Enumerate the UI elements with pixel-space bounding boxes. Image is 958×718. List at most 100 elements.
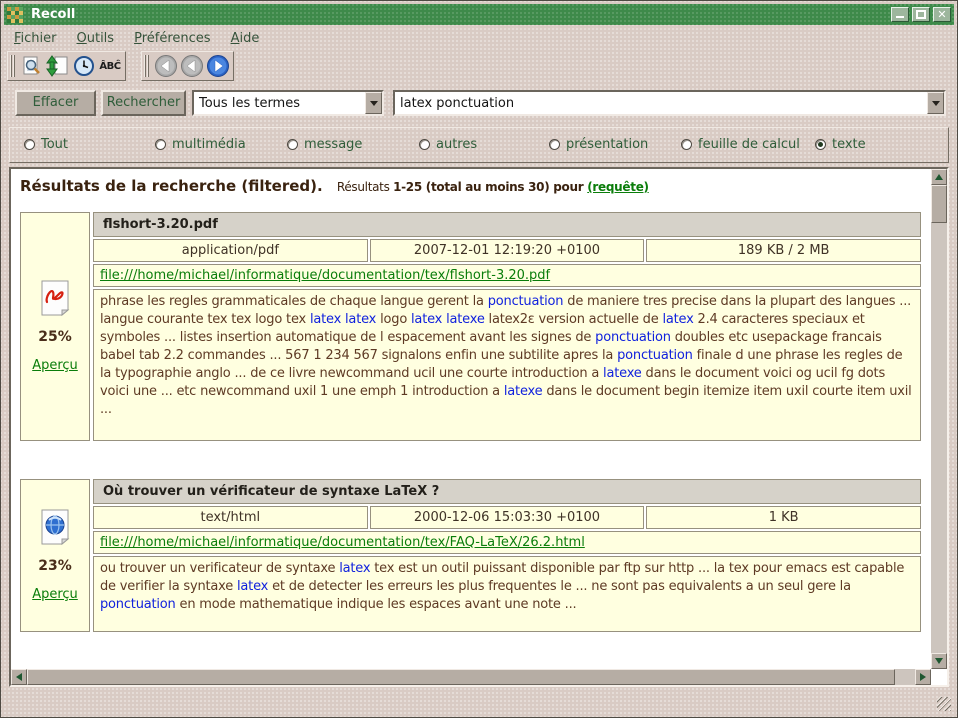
toolbar-main-group: ÂBĈ <box>7 51 126 81</box>
snippet-highlight: latex <box>237 579 268 594</box>
menu-aide[interactable]: Aide <box>231 31 260 46</box>
html-file-icon <box>39 509 71 545</box>
preview-link[interactable]: Aperçu <box>32 587 78 602</box>
term-explorer-icon: ÂBĈ <box>99 61 120 72</box>
result-title: flshort-3.20.pdf <box>93 212 921 237</box>
arrow-down-icon <box>935 658 943 664</box>
result-mime: text/html <box>93 506 368 529</box>
result-side-cell: 25% Aperçu <box>20 212 90 441</box>
recoll-app-icon <box>7 7 23 23</box>
doc-history-icon <box>72 54 96 78</box>
result-table: Où trouver un vérificateur de syntaxe La… <box>93 479 921 632</box>
scroll-left-button[interactable] <box>11 669 27 685</box>
first-page-button[interactable] <box>153 53 179 79</box>
clear-button[interactable]: Effacer <box>15 90 96 116</box>
menu-preferences[interactable]: Préférences <box>134 31 210 46</box>
radio-message[interactable]: message <box>287 137 362 152</box>
snippet-segment: ou trouver un verificateur de syntaxe <box>100 561 339 576</box>
snippet-highlight: latexe <box>603 366 642 381</box>
close-button[interactable]: ✕ <box>933 7 951 22</box>
search-query-input[interactable]: latex ponctuation <box>393 90 946 116</box>
resize-grip[interactable] <box>937 697 951 711</box>
scroll-down-button[interactable] <box>931 653 947 669</box>
results-list: Résultats de la recherche (filtered). Ré… <box>11 169 931 669</box>
previous-page-button[interactable] <box>179 53 205 79</box>
result-snippet: phrase les regles grammaticales de chaqu… <box>93 289 921 441</box>
minimize-icon <box>896 16 904 18</box>
snippet-highlight: ponctuation <box>488 294 564 309</box>
window-title: Recoll <box>31 7 75 22</box>
result-date: 2000-12-06 15:03:30 +0100 <box>370 506 645 529</box>
result-size: 1 KB <box>646 506 921 529</box>
vertical-scrollbar[interactable] <box>931 169 947 669</box>
result-url-link[interactable]: file:///home/michael/informatique/docume… <box>100 268 550 283</box>
arrow-up-icon <box>935 174 943 180</box>
result-url-link[interactable]: file:///home/michael/informatique/docume… <box>100 535 585 550</box>
toolbar-nav-group <box>141 51 234 81</box>
query-link[interactable]: (requête) <box>587 180 648 194</box>
status-bar <box>5 687 953 713</box>
result-mime: application/pdf <box>93 239 368 262</box>
result-title: Où trouver un vérificateur de syntaxe La… <box>93 479 921 504</box>
result-side-cell: 23% Aperçu <box>20 479 90 632</box>
results-frame: Résultats de la recherche (filtered). Ré… <box>9 167 949 687</box>
arrow-right-icon <box>920 673 926 681</box>
radio-texte[interactable]: texte <box>815 137 866 152</box>
radio-autres[interactable]: autres <box>419 137 477 152</box>
radio-icon <box>549 139 560 150</box>
radio-multimedia[interactable]: multimédia <box>155 137 246 152</box>
result-url-row: file:///home/michael/informatique/docume… <box>93 531 921 554</box>
arrow-left-icon <box>16 673 22 681</box>
doc-history-button[interactable] <box>71 53 97 79</box>
menu-outils[interactable]: Outils <box>77 31 115 46</box>
snippet-highlight: latex latexe <box>411 312 485 327</box>
snippet-segment: latex2ε version actuelle de <box>485 312 663 327</box>
search-mode-select[interactable]: Tous les termes <box>192 90 384 116</box>
result-meta-row: application/pdf 2007-12-01 12:19:20 +010… <box>93 239 921 262</box>
radio-icon <box>287 139 298 150</box>
result-size: 189 KB / 2 MB <box>646 239 921 262</box>
results-header: Résultats de la recherche (filtered). Ré… <box>20 177 931 195</box>
radio-selected-icon <box>815 139 826 150</box>
menu-fichier[interactable]: Fichier <box>14 31 57 46</box>
toolbar-handle[interactable] <box>10 55 15 77</box>
clear-search-icon <box>20 54 44 78</box>
snippet-highlight: latex <box>662 312 693 327</box>
next-page-button[interactable] <box>205 53 231 79</box>
maximize-icon <box>916 10 926 19</box>
results-title: Résultats de la recherche (filtered). <box>20 177 323 195</box>
radio-icon <box>419 139 430 150</box>
relevance-percent: 25% <box>38 329 72 345</box>
category-filter-bar: Tout multimédia message autres présentat… <box>9 127 949 163</box>
search-mode-value: Tous les termes <box>194 96 365 111</box>
snippet-highlight: latex <box>339 561 370 576</box>
recoll-window: { "window": { "title": "Recoll", "contro… <box>0 0 958 718</box>
snippet-highlight: latex latex <box>310 312 376 327</box>
search-mode-dropdown-button[interactable] <box>365 92 382 114</box>
preview-link[interactable]: Aperçu <box>32 358 78 373</box>
minimize-button[interactable] <box>891 7 909 22</box>
snippet-segment: logo <box>376 312 411 327</box>
radio-icon <box>155 139 166 150</box>
term-explorer-button[interactable]: ÂBĈ <box>97 53 123 79</box>
chevron-down-icon <box>932 101 940 106</box>
snippet-segment: en mode mathematique indique les espaces… <box>176 597 577 612</box>
vertical-scroll-thumb[interactable] <box>931 185 947 223</box>
radio-icon <box>681 139 692 150</box>
radio-feuille-de-calcul[interactable]: feuille de calcul <box>681 137 800 152</box>
radio-presentation[interactable]: présentation <box>549 137 648 152</box>
update-index-button[interactable] <box>45 53 71 79</box>
scroll-up-button[interactable] <box>931 169 947 185</box>
scroll-right-button[interactable] <box>915 669 931 685</box>
horizontal-scrollbar[interactable] <box>11 669 931 685</box>
maximize-button[interactable] <box>912 7 930 22</box>
search-query-dropdown-button[interactable] <box>927 92 944 114</box>
clear-search-button[interactable] <box>19 53 45 79</box>
radio-tout[interactable]: Tout <box>24 137 68 152</box>
titlebar[interactable]: Recoll ✕ <box>4 4 954 25</box>
horizontal-scroll-thumb[interactable] <box>27 669 895 685</box>
toolbar-handle[interactable] <box>144 55 149 77</box>
previous-page-icon <box>180 54 204 78</box>
relevance-percent: 23% <box>38 558 72 574</box>
search-button[interactable]: Rechercher <box>101 90 186 116</box>
